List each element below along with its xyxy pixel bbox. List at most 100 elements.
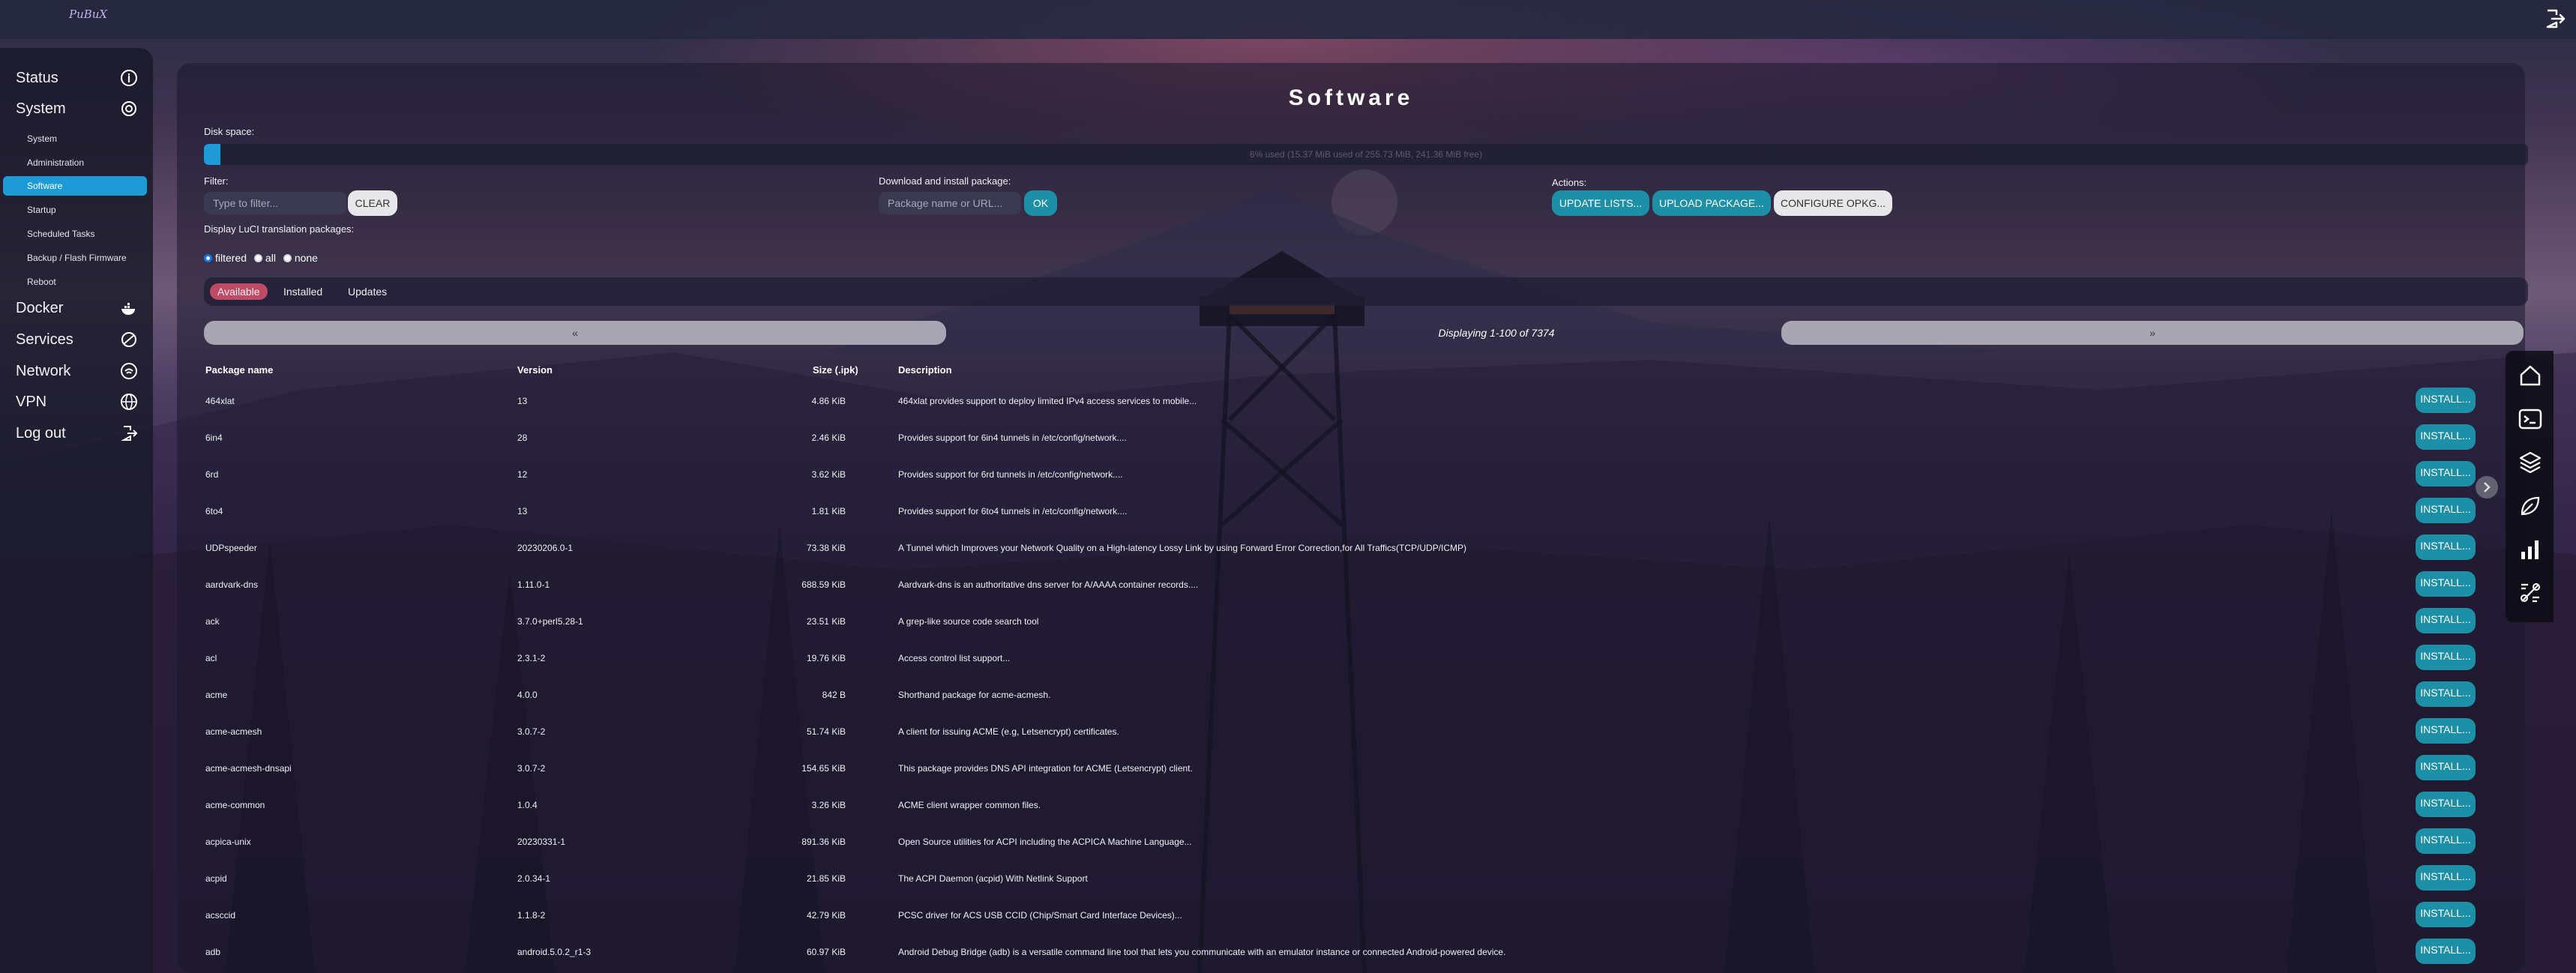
install-button[interactable]: INSTALL... [2416, 681, 2476, 707]
package-description: PCSC driver for ACS USB CCID (Chip/Smart… [898, 910, 1182, 921]
package-name: ack [205, 616, 220, 627]
sidebar-item-network[interactable]: Network [0, 358, 153, 384]
package-name: acpica-unix [205, 837, 251, 847]
install-button[interactable]: INSTALL... [2416, 571, 2476, 597]
sidebar-item-logout[interactable]: Log out [0, 421, 153, 446]
sidebar-item-status[interactable]: Status [0, 65, 153, 91]
logout-icon[interactable] [2543, 7, 2566, 30]
table-row: 464xlat 13 4.86 KiB 464xlat provides suppor… [204, 385, 2513, 422]
sidebar-subitem-label: System [27, 133, 58, 144]
configure-opkg-button[interactable]: CONFIGURE OPKG... [1774, 190, 1892, 216]
table-row: adb android.5.0.2_r1-3 60.97 KiB Android De… [204, 936, 2513, 973]
package-name: 6rd [205, 469, 219, 480]
radio-none[interactable] [283, 254, 292, 262]
sidebar-subitem-scheduled-tasks[interactable]: Scheduled Tasks [0, 224, 153, 244]
package-size: 688.59 KiB [801, 579, 846, 590]
update-lists-button[interactable]: UPDATE LISTS... [1552, 190, 1649, 216]
package-version: 2.0.34-1 [517, 873, 551, 884]
package-size: 4.86 KiB [811, 396, 846, 406]
pager-prev-button[interactable]: « [204, 321, 946, 345]
home-icon[interactable] [2518, 363, 2543, 388]
install-button[interactable]: INSTALL... [2416, 755, 2476, 780]
sidebar-subitem-software[interactable]: Software [3, 176, 147, 196]
package-name: acpid [205, 873, 227, 884]
clear-button[interactable]: CLEAR [348, 190, 397, 216]
scroll-right-button[interactable] [2476, 476, 2498, 498]
terminal-icon[interactable] [2518, 406, 2543, 432]
package-description: ACME client wrapper common files. [898, 800, 1041, 810]
column-header-version: Version [517, 364, 553, 376]
package-version: 2.3.1-2 [517, 653, 546, 663]
sidebar-subitem-backup-flash[interactable]: Backup / Flash Firmware [0, 248, 153, 268]
radio-all[interactable] [253, 254, 262, 262]
package-size: 51.74 KiB [806, 726, 846, 737]
pager-next-button[interactable]: » [1781, 321, 2524, 345]
package-version: 1.11.0-1 [517, 579, 550, 590]
install-button[interactable]: INSTALL... [2416, 534, 2476, 560]
package-size: 19.76 KiB [806, 653, 846, 663]
package-name: acme [205, 690, 228, 700]
software-panel: Software Disk space: 6% used (15.37 MiB … [177, 63, 2528, 973]
sidebar-subitem-startup[interactable]: Startup [0, 200, 153, 220]
table-row: 6to4 13 1.81 KiB Provides support for 6to4 … [204, 495, 2513, 532]
install-button[interactable]: INSTALL... [2416, 718, 2476, 744]
chevron-right-icon [2484, 482, 2491, 492]
download-label: Download and install package: [879, 175, 1011, 187]
ok-button[interactable]: OK [1024, 190, 1057, 216]
radio-none-label: none [294, 252, 318, 264]
package-size: 3.62 KiB [811, 469, 846, 480]
bar-chart-icon[interactable] [2518, 537, 2543, 562]
cube-stack-icon[interactable] [2518, 450, 2543, 475]
radio-filtered[interactable] [204, 254, 212, 262]
sidebar-subitem-label: Scheduled Tasks [27, 229, 95, 239]
sidebar-item-system[interactable]: System [0, 96, 153, 121]
install-button[interactable]: INSTALL... [2416, 902, 2476, 927]
install-button[interactable]: INSTALL... [2416, 388, 2476, 413]
install-button[interactable]: INSTALL... [2416, 424, 2476, 450]
package-name: acme-acmesh-dnsapi [205, 763, 292, 774]
actions-label: Actions: [1552, 177, 1587, 188]
install-button[interactable]: INSTALL... [2416, 608, 2476, 633]
app-logo[interactable]: PuBuX [69, 7, 107, 21]
sidebar: Status System System Administration Soft… [0, 48, 153, 973]
whale-icon [121, 303, 135, 315]
tab-installed[interactable]: Installed [276, 283, 330, 300]
install-button[interactable]: INSTALL... [2416, 792, 2476, 817]
package-size: 60.97 KiB [806, 947, 846, 957]
filter-input[interactable] [204, 192, 346, 214]
table-row: acme 4.0.0 842 B Shorthand package for acme… [204, 679, 2513, 716]
sidebar-subitem-reboot[interactable]: Reboot [0, 272, 153, 292]
sidebar-subitem-label: Administration [27, 157, 85, 168]
code-icon[interactable] [2518, 580, 2543, 606]
gear-icon [121, 101, 136, 116]
install-button[interactable]: INSTALL... [2416, 461, 2476, 486]
leaf-icon[interactable] [2518, 493, 2543, 519]
package-version: 12 [517, 469, 528, 480]
package-description: Provides support for 6rd tunnels in /etc… [898, 469, 1123, 480]
sidebar-item-label: Docker [16, 300, 64, 316]
package-version: 1.0.4 [517, 800, 538, 810]
radio-filtered-label: filtered [215, 252, 247, 264]
package-tabs: Available Installed Updates [204, 277, 2528, 306]
install-button[interactable]: INSTALL... [2416, 645, 2476, 670]
install-button[interactable]: INSTALL... [2416, 939, 2476, 964]
package-description: 464xlat provides support to deploy limit… [898, 396, 1197, 406]
install-button[interactable]: INSTALL... [2416, 828, 2476, 854]
sidebar-item-label: System [16, 100, 66, 117]
services-icon [121, 332, 136, 347]
package-name: aardvark-dns [205, 579, 259, 590]
sidebar-item-docker[interactable]: Docker [0, 295, 153, 321]
upload-package-button[interactable]: UPLOAD PACKAGE... [1652, 190, 1771, 216]
sidebar-item-services[interactable]: Services [0, 327, 153, 352]
package-url-input[interactable] [879, 192, 1021, 214]
install-button[interactable]: INSTALL... [2416, 865, 2476, 891]
sidebar-subitem-system[interactable]: System [0, 129, 153, 148]
sidebar-item-vpn[interactable]: VPN [0, 389, 153, 415]
install-button[interactable]: INSTALL... [2416, 498, 2476, 523]
tab-available[interactable]: Available [210, 283, 268, 300]
sidebar-subitem-administration[interactable]: Administration [0, 153, 153, 172]
tab-updates[interactable]: Updates [340, 283, 394, 300]
wifi-icon [121, 363, 137, 379]
page-title: Software [1288, 85, 1414, 110]
sidebar-subitem-label: Backup / Flash Firmware [27, 253, 127, 263]
